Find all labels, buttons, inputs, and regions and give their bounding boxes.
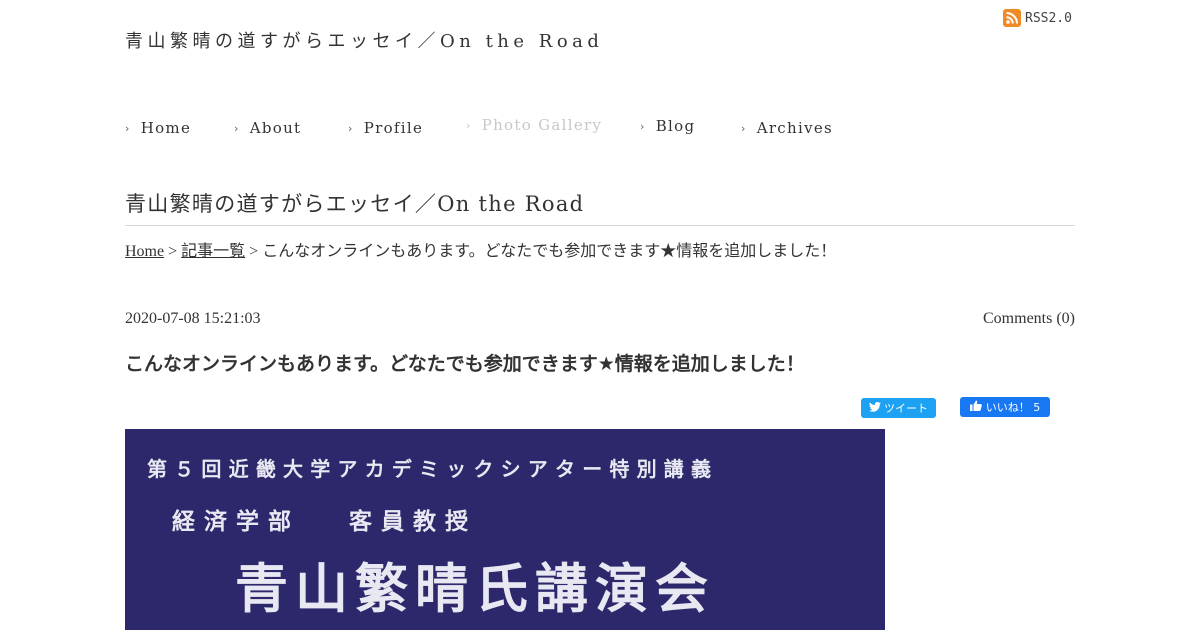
chevron-right-icon: › bbox=[741, 121, 747, 135]
rss-label: RSS2.0 bbox=[1025, 10, 1072, 26]
chevron-right-icon: › bbox=[125, 121, 131, 135]
breadcrumb-home-link[interactable]: Home bbox=[125, 243, 164, 260]
nav-item-profile[interactable]: › Profile bbox=[348, 119, 423, 137]
breadcrumb-current: こんなオンラインもあります。どなたでも参加できます★情報を追加しました！ bbox=[262, 243, 837, 260]
nav-item-label: Profile bbox=[363, 119, 424, 137]
rss-link[interactable]: RSS2.0 bbox=[1003, 9, 1072, 27]
main-nav: › Home › About › Profile › Photo Gallery… bbox=[0, 116, 1200, 141]
banner-heading: 第５回近畿大学アカデミックシアター特別講義 bbox=[147, 457, 719, 481]
twitter-bird-icon bbox=[869, 401, 881, 415]
nav-item-label: Photo Gallery bbox=[481, 116, 603, 134]
chevron-right-icon: › bbox=[640, 119, 646, 133]
post-title: こんなオンラインもあります。どなたでも参加できます★情報を追加しました！ bbox=[125, 353, 805, 375]
breadcrumb-separator: > bbox=[168, 243, 178, 260]
nav-item-home[interactable]: › Home bbox=[125, 119, 191, 137]
nav-item-label: Blog bbox=[655, 117, 696, 135]
banner-title: 青山繁晴氏講演会 bbox=[235, 559, 715, 620]
page: 青山繁晴の道すがらエッセイ／On the Road RSS2.0 › Home … bbox=[0, 0, 1200, 630]
event-banner-image: 第５回近畿大学アカデミックシアター特別講義 経済学部 客員教授 青山繁晴氏講演会 bbox=[125, 429, 885, 630]
like-label: いいね！ 5 bbox=[985, 401, 1041, 414]
chevron-right-icon: › bbox=[466, 118, 472, 132]
tweet-button[interactable]: ツイート bbox=[861, 398, 936, 418]
chevron-right-icon: › bbox=[234, 121, 240, 135]
tweet-label: ツイート bbox=[884, 402, 928, 415]
breadcrumb-separator: > bbox=[249, 243, 259, 260]
nav-item-photo-gallery[interactable]: › Photo Gallery bbox=[466, 116, 602, 134]
nav-item-archives[interactable]: › Archives bbox=[741, 119, 833, 137]
breadcrumb-list-link[interactable]: 記事一覧 bbox=[181, 243, 245, 260]
post-date: 2020-07-08 15:21:03 bbox=[125, 310, 261, 327]
nav-item-blog[interactable]: › Blog bbox=[640, 117, 695, 135]
title-divider bbox=[125, 225, 1075, 226]
comments-link[interactable]: Comments (0) bbox=[983, 310, 1075, 328]
page-title: 青山繁晴の道すがらエッセイ／On the Road bbox=[125, 192, 585, 216]
nav-item-label: About bbox=[249, 119, 302, 137]
banner-subheading: 経済学部 客員教授 bbox=[172, 509, 478, 535]
nav-item-label: Home bbox=[140, 119, 192, 137]
rss-icon bbox=[1003, 9, 1021, 27]
chevron-right-icon: › bbox=[348, 121, 354, 135]
site-title[interactable]: 青山繁晴の道すがらエッセイ／On the Road bbox=[125, 27, 603, 53]
breadcrumb: Home > 記事一覧 > こんなオンラインもあります。どなたでも参加できます★… bbox=[125, 237, 836, 261]
nav-item-label: Archives bbox=[756, 119, 834, 137]
facebook-like-button[interactable]: いいね！ 5 bbox=[960, 397, 1050, 417]
nav-item-about[interactable]: › About bbox=[234, 119, 301, 137]
thumbs-up-icon bbox=[969, 400, 982, 414]
